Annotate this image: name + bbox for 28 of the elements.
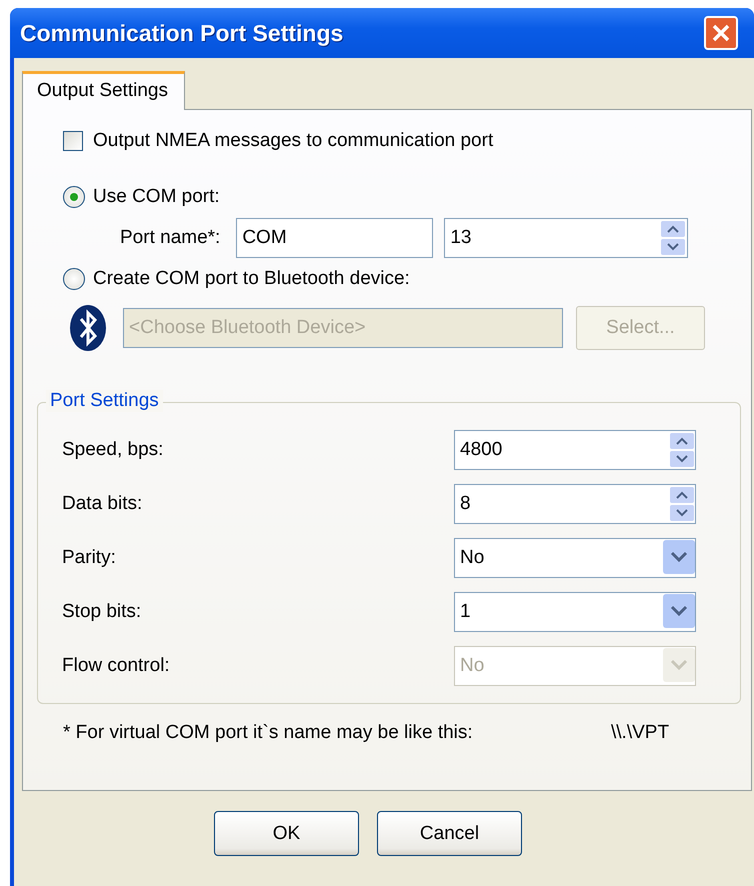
footnote: * For virtual COM port it`s name may be like this: bbox=[63, 722, 474, 744]
field-label: Port name*: bbox=[120, 227, 220, 249]
radio-button[interactable] bbox=[63, 186, 85, 208]
example-text: \\.\VPT bbox=[611, 722, 670, 744]
radio-label: Create COM port to Bluetooth device: bbox=[93, 268, 410, 290]
field-label: Data bits: bbox=[62, 493, 144, 515]
radio-label: Use COM port: bbox=[93, 186, 220, 208]
spin-arrows-icon[interactable] bbox=[660, 220, 686, 256]
spin-arrows-icon[interactable] bbox=[669, 432, 695, 468]
input-field[interactable]: COM bbox=[236, 218, 434, 258]
field-label: Speed, bps: bbox=[62, 439, 164, 461]
spin-arrows-icon[interactable] bbox=[669, 486, 695, 522]
close-icon[interactable] bbox=[704, 16, 738, 50]
group-title: Port Settings bbox=[46, 390, 163, 412]
field-label: Flow control: bbox=[62, 655, 171, 677]
spin-field[interactable]: 8 bbox=[454, 484, 696, 524]
tab[interactable]: Output Settings bbox=[22, 71, 185, 110]
window-title: Communication Port Settings bbox=[20, 20, 344, 46]
spin-field[interactable]: 13 bbox=[444, 218, 688, 258]
bluetooth-icon bbox=[69, 304, 107, 352]
field-label: Parity: bbox=[62, 547, 117, 569]
spin-field[interactable]: 4800 bbox=[454, 430, 696, 470]
field-label: Stop bits: bbox=[62, 601, 142, 623]
dialog-button[interactable]: OK bbox=[214, 811, 359, 856]
radio-button[interactable] bbox=[63, 268, 85, 290]
dialog-button[interactable]: Cancel bbox=[377, 811, 522, 856]
checkbox[interactable] bbox=[63, 131, 83, 151]
checkbox-label: Output NMEA messages to communication port bbox=[93, 130, 494, 152]
